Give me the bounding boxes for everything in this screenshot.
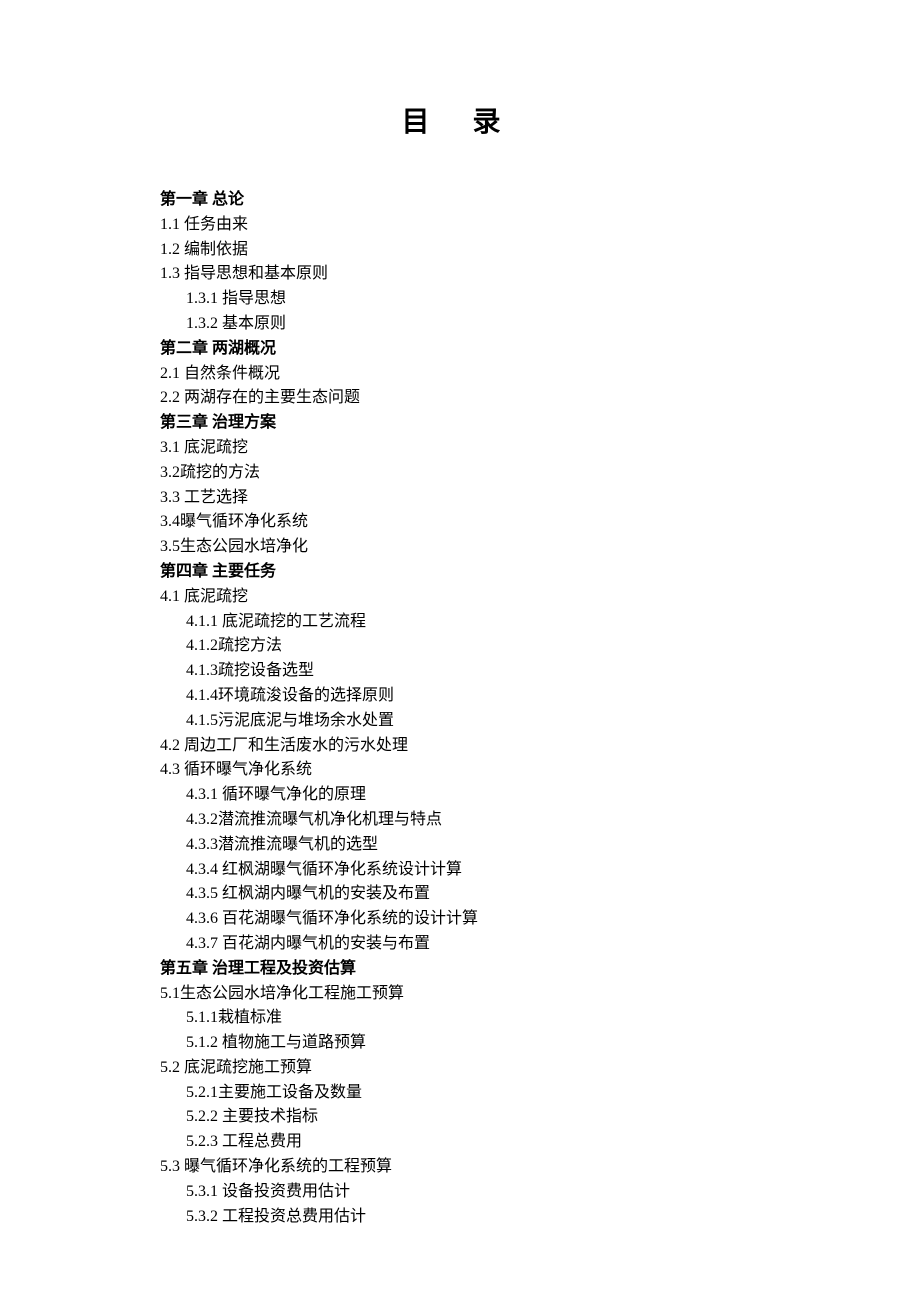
toc-entry: 4.1.3疏挖设备选型: [160, 659, 760, 684]
toc-entry: 3.4曝气循环净化系统: [160, 510, 760, 535]
toc-entry: 3.1 底泥疏挖: [160, 436, 760, 461]
toc-entry: 5.2 底泥疏挖施工预算: [160, 1056, 760, 1081]
toc-entry: 第三章 治理方案: [160, 411, 760, 436]
toc-entry: 第四章 主要任务: [160, 560, 760, 585]
toc-entry: 4.1.1 底泥疏挖的工艺流程: [160, 610, 760, 635]
toc-entry: 5.1生态公园水培净化工程施工预算: [160, 982, 760, 1007]
toc-entry: 4.3 循环曝气净化系统: [160, 758, 760, 783]
toc-entry: 2.1 自然条件概况: [160, 362, 760, 387]
toc-entry: 5.2.2 主要技术指标: [160, 1105, 760, 1130]
toc-entry: 4.3.7 百花湖内曝气机的安装与布置: [160, 932, 760, 957]
toc-entry: 第一章 总论: [160, 188, 760, 213]
toc-entry: 4.3.3潜流推流曝气机的选型: [160, 833, 760, 858]
toc-entry: 1.3.2 基本原则: [160, 312, 760, 337]
toc-entry: 4.1.5污泥底泥与堆场余水处置: [160, 709, 760, 734]
toc-entry: 4.1 底泥疏挖: [160, 585, 760, 610]
toc-entry: 4.1.4环境疏浚设备的选择原则: [160, 684, 760, 709]
toc-entry: 4.3.1 循环曝气净化的原理: [160, 783, 760, 808]
toc-entry: 5.1.2 植物施工与道路预算: [160, 1031, 760, 1056]
toc-entry: 1.3 指导思想和基本原则: [160, 262, 760, 287]
document-page: 目 录 第一章 总论1.1 任务由来1.2 编制依据1.3 指导思想和基本原则1…: [0, 0, 920, 1309]
toc-entry: 4.1.2疏挖方法: [160, 634, 760, 659]
toc-entry: 1.2 编制依据: [160, 238, 760, 263]
toc-entry: 第二章 两湖概况: [160, 337, 760, 362]
toc-entry: 5.1.1栽植标准: [160, 1006, 760, 1031]
toc-entry: 4.2 周边工厂和生活废水的污水处理: [160, 734, 760, 759]
toc-entry: 1.3.1 指导思想: [160, 287, 760, 312]
toc-entry: 4.3.4 红枫湖曝气循环净化系统设计计算: [160, 858, 760, 883]
toc-entry: 5.2.3 工程总费用: [160, 1130, 760, 1155]
toc-entry: 3.2疏挖的方法: [160, 461, 760, 486]
toc-entry: 3.5生态公园水培净化: [160, 535, 760, 560]
toc-entry: 1.1 任务由来: [160, 213, 760, 238]
toc-entry: 5.2.1主要施工设备及数量: [160, 1081, 760, 1106]
toc-entry: 5.3.2 工程投资总费用估计: [160, 1205, 760, 1230]
toc-entry: 5.3.1 设备投资费用估计: [160, 1180, 760, 1205]
toc-entry: 第五章 治理工程及投资估算: [160, 957, 760, 982]
toc-entry: 4.3.2潜流推流曝气机净化机理与特点: [160, 808, 760, 833]
toc-entry: 3.3 工艺选择: [160, 486, 760, 511]
toc-entry: 5.3 曝气循环净化系统的工程预算: [160, 1155, 760, 1180]
toc-entry: 2.2 两湖存在的主要生态问题: [160, 386, 760, 411]
toc-entry: 4.3.5 红枫湖内曝气机的安装及布置: [160, 882, 760, 907]
page-title: 目 录: [160, 100, 760, 140]
table-of-contents: 第一章 总论1.1 任务由来1.2 编制依据1.3 指导思想和基本原则1.3.1…: [160, 188, 760, 1229]
toc-entry: 4.3.6 百花湖曝气循环净化系统的设计计算: [160, 907, 760, 932]
